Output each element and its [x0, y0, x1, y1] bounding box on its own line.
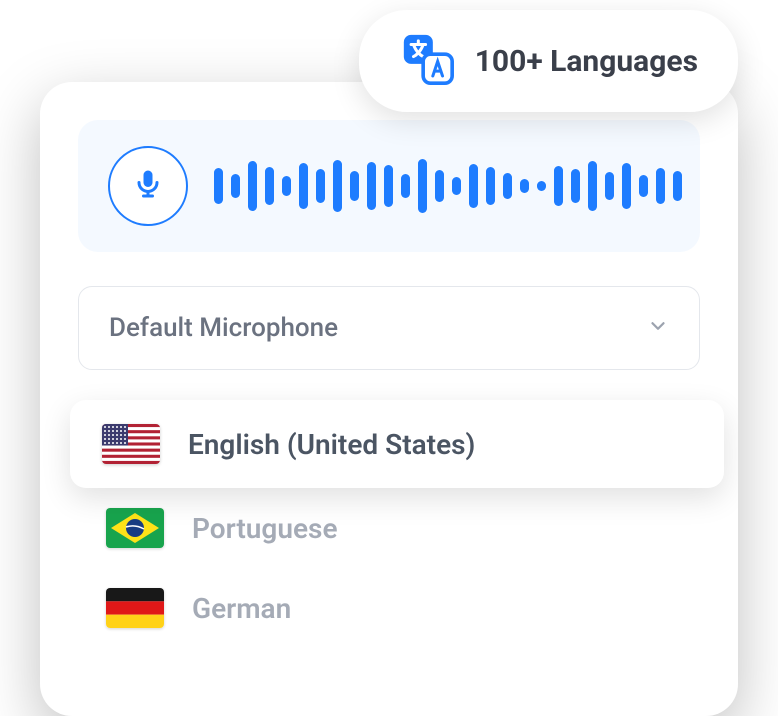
microphone-select[interactable]: Default Microphone [78, 286, 700, 370]
waveform-bar [384, 165, 393, 207]
waveform-bar [350, 171, 359, 201]
waveform-bar [214, 168, 223, 204]
br-flag-icon [106, 508, 164, 548]
waveform-bar [367, 162, 376, 210]
language-list: English (United States) Portuguese Germa… [78, 400, 700, 648]
main-card: Default Microphone English (United State… [40, 82, 738, 716]
waveform-bar [452, 177, 461, 195]
waveform-bar [622, 163, 631, 209]
waveform-bar [299, 163, 308, 209]
waveform-bar [605, 172, 614, 200]
de-flag-icon [106, 588, 164, 628]
waveform-bar [333, 160, 342, 212]
microphone-icon [130, 166, 166, 206]
waveform-bar [248, 161, 257, 211]
waveform [214, 159, 682, 213]
waveform-bar [673, 171, 682, 201]
waveform-bar [435, 170, 444, 202]
waveform-bar [401, 174, 410, 198]
languages-badge: 100+ Languages [359, 10, 738, 112]
waveform-bar [639, 175, 648, 197]
translate-icon [399, 30, 457, 92]
waveform-bar [656, 168, 665, 204]
waveform-bar [571, 169, 580, 203]
waveform-bar [231, 174, 240, 198]
waveform-bar [265, 167, 274, 205]
waveform-bar [469, 164, 478, 208]
language-name: German [192, 592, 291, 625]
waveform-bar [486, 167, 495, 205]
waveform-bar [554, 166, 563, 206]
language-option[interactable]: German [78, 568, 700, 648]
waveform-bar [588, 161, 597, 211]
language-option[interactable]: English (United States) [70, 400, 724, 488]
language-name: Portuguese [192, 512, 338, 545]
waveform-bar [520, 179, 529, 193]
chevron-down-icon [647, 315, 669, 341]
waveform-bar [282, 176, 291, 196]
microphone-select-label: Default Microphone [109, 313, 338, 343]
microphone-button[interactable] [108, 146, 188, 226]
waveform-bar [316, 169, 325, 203]
language-name: English (United States) [188, 428, 475, 461]
waveform-bar [418, 159, 427, 213]
languages-badge-label: 100+ Languages [475, 44, 698, 79]
us-flag-icon [102, 424, 160, 464]
waveform-bar [537, 181, 546, 191]
audio-panel [78, 120, 700, 252]
language-option[interactable]: Portuguese [78, 488, 700, 568]
waveform-bar [503, 173, 512, 199]
